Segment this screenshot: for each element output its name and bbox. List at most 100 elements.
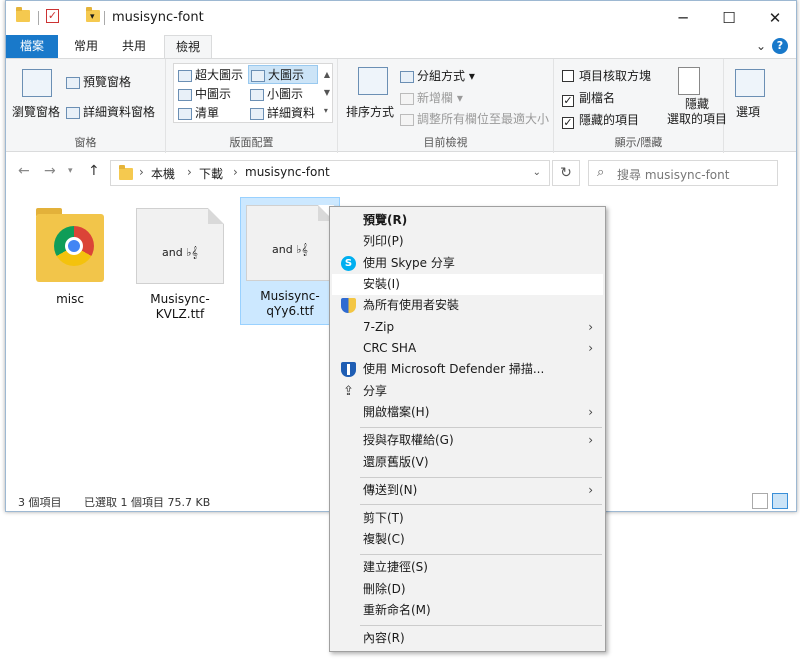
hide-selected-icon[interactable] (678, 67, 700, 95)
preview-pane-button[interactable]: 預覽窗格 (66, 73, 131, 90)
pane-group: 瀏覽窗格 預覽窗格 詳細資料窗格 窗格 (6, 59, 166, 153)
menu-item-send-to[interactable]: 傳送到(N) › (332, 480, 603, 501)
breadcrumb-separator-icon[interactable]: › (187, 165, 192, 179)
menu-item-open-with[interactable]: 開啟檔案(H) › (332, 402, 603, 423)
details-icon (250, 107, 264, 120)
search-icon: ⌕ (597, 165, 605, 180)
checkbox[interactable] (562, 70, 574, 82)
file-name: Musisync-KVLZ.ttf (150, 292, 210, 321)
minimize-button[interactable]: ─ (660, 1, 706, 35)
group-by-icon (400, 70, 414, 83)
breadcrumb-separator-icon[interactable]: › (139, 165, 144, 179)
file-item-qyy6[interactable]: and ♭𝄞 Musisync-qYy6.ttf (240, 197, 340, 325)
menu-item-cut[interactable]: 剪下(T) (332, 508, 603, 529)
pane-group-label: 窗格 (74, 136, 97, 149)
menu-item-properties[interactable]: 內容(R) (332, 628, 603, 649)
hidden-items-toggle[interactable]: ✓ 隱藏的項目 (562, 111, 639, 129)
title-bar: ✓ ▾ musisync-font ─ ☐ ✕ (6, 1, 796, 35)
properties-check-icon[interactable]: ✓ (46, 9, 59, 23)
folder-thumbnail (24, 206, 116, 288)
gallery-scroll-icon[interactable]: ▲ ▼ ▾ (324, 66, 330, 120)
menu-item-install-all-users[interactable]: 為所有使用者安裝 (332, 295, 603, 316)
navigation-pane-icon[interactable] (22, 69, 52, 97)
refresh-button[interactable]: ↻ (552, 160, 580, 186)
recent-locations-icon[interactable]: ▾ (68, 166, 73, 176)
breadcrumb-this-pc[interactable]: 本機 (151, 165, 175, 182)
size-columns-icon (400, 113, 414, 126)
menu-item-give-access[interactable]: 授與存取權給(G) › (332, 430, 603, 451)
divider (38, 11, 39, 25)
help-icon[interactable]: ? (772, 38, 788, 54)
address-dropdown-icon[interactable]: ⌄ (533, 167, 541, 178)
tab-file[interactable]: 檔案 (6, 35, 58, 59)
share-icon: ⇪ (343, 384, 354, 399)
ribbon: 瀏覽窗格 預覽窗格 詳細資料窗格 窗格 版面配置 超大圖示 大圖示 中圖示 小圖… (6, 58, 796, 153)
extra-large-icons-icon (178, 69, 192, 82)
breadcrumb-current-folder[interactable]: musisync-font (245, 165, 330, 179)
collapse-ribbon-icon[interactable]: ⌄ (756, 39, 766, 53)
layout-large-icons[interactable]: 大圖示 (248, 65, 318, 84)
font-thumbnail: and ♭𝄞 (134, 206, 226, 288)
menu-item-create-shortcut[interactable]: 建立捷徑(S) (332, 557, 603, 578)
menu-item-preview[interactable]: 預覽(R) (332, 210, 603, 231)
add-columns-button[interactable]: 新增欄 ▾ (400, 89, 463, 106)
checkbox-checked[interactable]: ✓ (562, 95, 574, 107)
menu-separator (360, 427, 602, 428)
file-item-kvlz[interactable]: and ♭𝄞 Musisync-KVLZ.ttf (130, 201, 230, 322)
up-arrow-icon[interactable]: ↑ (88, 163, 100, 179)
tab-share[interactable]: 共用 (114, 35, 154, 59)
menu-item-share[interactable]: ⇪ 分享 (332, 381, 603, 402)
item-checkboxes-toggle[interactable]: 項目核取方塊 (562, 67, 651, 84)
address-bar[interactable]: › 本機 › 下載 › musisync-font ⌄ (110, 160, 550, 186)
close-button[interactable]: ✕ (752, 1, 796, 35)
file-name: misc (56, 292, 84, 306)
preview-pane-icon (66, 76, 80, 89)
submenu-arrow-icon: › (588, 433, 593, 447)
uac-shield-icon (341, 298, 356, 313)
menu-item-print[interactable]: 列印(P) (332, 231, 603, 252)
menu-item-install[interactable]: 安裝(I) (332, 274, 603, 295)
sort-icon[interactable] (358, 67, 388, 95)
tab-home[interactable]: 常用 (66, 35, 106, 59)
layout-details[interactable]: 詳細資料 (248, 104, 318, 121)
details-pane-button[interactable]: 詳細資料窗格 (66, 103, 155, 120)
size-columns-button[interactable]: 調整所有欄位至最適大小 (400, 110, 549, 127)
hide-selected-button[interactable]: 隱藏 選取的項目 (667, 97, 727, 127)
sort-by-button[interactable]: 排序方式 (346, 103, 394, 120)
menu-item-copy[interactable]: 複製(C) (332, 529, 603, 550)
breadcrumb-separator-icon[interactable]: › (233, 165, 238, 179)
file-item-misc[interactable]: misc (20, 201, 120, 307)
font-sample: and ♭𝄞 (162, 246, 198, 259)
layout-gallery: 超大圖示 大圖示 中圖示 小圖示 清單 詳細資料 ▲ ▼ ▾ (173, 63, 333, 123)
menu-item-restore-previous[interactable]: 還原舊版(V) (332, 452, 603, 473)
search-box[interactable]: ⌕ 搜尋 musisync-font (588, 160, 778, 186)
options-button[interactable]: 選項 (736, 103, 760, 120)
options-icon[interactable] (735, 69, 765, 97)
menu-item-skype-share[interactable]: S 使用 Skype 分享 (332, 253, 603, 274)
menu-item-rename[interactable]: 重新命名(M) (332, 600, 603, 621)
layout-medium-icons[interactable]: 中圖示 (176, 85, 246, 102)
details-view-icon[interactable] (752, 493, 768, 509)
menu-item-crc-sha[interactable]: CRC SHA › (332, 338, 603, 359)
menu-item-7zip[interactable]: 7-Zip › (332, 317, 603, 338)
layout-small-icons[interactable]: 小圖示 (248, 85, 318, 102)
file-extensions-toggle[interactable]: ✓ 副檔名 (562, 89, 615, 107)
large-icons-icon (251, 69, 265, 82)
layout-group-label: 版面配置 (229, 136, 274, 149)
checkbox-checked[interactable]: ✓ (562, 117, 574, 129)
menu-item-delete[interactable]: 刪除(D) (332, 579, 603, 600)
forward-arrow-icon[interactable]: → (44, 163, 56, 179)
breadcrumb-downloads[interactable]: 下載 (199, 165, 223, 182)
large-icons-view-icon[interactable] (772, 493, 788, 509)
menu-item-defender-scan[interactable]: 使用 Microsoft Defender 掃描... (332, 359, 603, 380)
back-arrow-icon[interactable]: ← (18, 163, 30, 179)
maximize-button[interactable]: ☐ (706, 1, 752, 35)
small-icons-icon (250, 88, 264, 101)
quick-access-dropdown-icon[interactable]: ▾ (90, 12, 95, 22)
tab-view[interactable]: 檢視 (164, 35, 212, 59)
current-view-group: 排序方式 分組方式 ▾ 新增欄 ▾ 調整所有欄位至最適大小 目前檢視 (338, 59, 554, 153)
navigation-pane-button[interactable]: 瀏覽窗格 (12, 103, 60, 120)
layout-list[interactable]: 清單 (176, 104, 246, 121)
layout-extra-large-icons[interactable]: 超大圖示 (176, 66, 246, 83)
group-by-button[interactable]: 分組方式 ▾ (400, 67, 475, 84)
